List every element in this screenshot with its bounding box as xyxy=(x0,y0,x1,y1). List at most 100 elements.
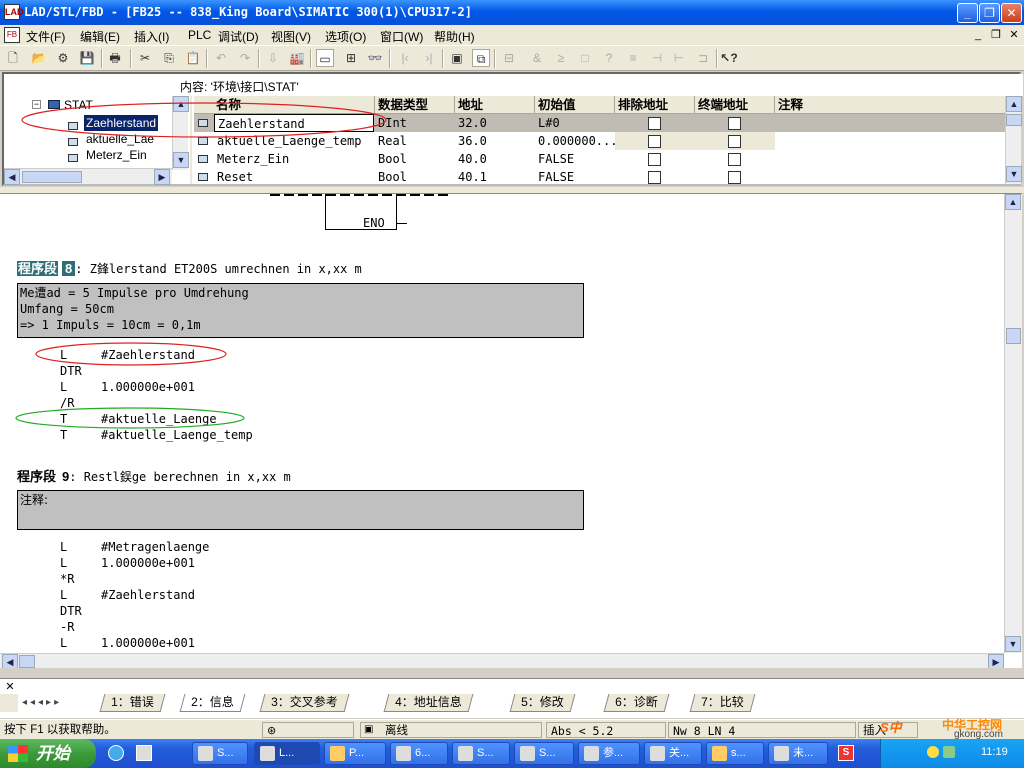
and-box-icon[interactable]: & xyxy=(528,49,546,67)
tab-compare[interactable]: 7：比较 xyxy=(689,694,756,712)
tab-modify[interactable]: 5：修改 xyxy=(509,694,576,712)
minimize-button[interactable]: _ xyxy=(957,3,978,23)
terminal-checkbox[interactable] xyxy=(728,135,741,148)
exclude-checkbox[interactable] xyxy=(648,135,661,148)
clock[interactable]: 11:19 xyxy=(981,746,1008,758)
mdi-restore-icon[interactable]: ❐ xyxy=(988,27,1004,43)
cell-name[interactable]: Zaehlerstand xyxy=(214,114,374,132)
scroll-up-icon[interactable]: ▲ xyxy=(173,96,189,112)
layout-icon[interactable]: ▣ xyxy=(448,49,466,67)
menu-insert[interactable]: 插入(I) xyxy=(134,28,169,45)
restore-button[interactable]: ❐ xyxy=(979,3,1000,23)
col-header-name[interactable]: 名称 xyxy=(194,96,375,114)
network-icon[interactable]: ⊞ xyxy=(342,49,360,67)
table-row[interactable]: Reset Bool 40.1 FALSE xyxy=(194,168,1007,184)
cell-initial[interactable]: FALSE xyxy=(535,150,615,168)
task-button[interactable]: S... xyxy=(192,742,248,765)
paste-icon[interactable]: 📋 xyxy=(184,49,202,67)
tray-icon[interactable] xyxy=(943,746,955,758)
tab-info[interactable]: 2：信息 xyxy=(179,694,246,712)
table-vscrollbar[interactable]: ▲ ▼ xyxy=(1005,96,1022,184)
prev-icon[interactable]: |‹ xyxy=(396,49,414,67)
monitor-glasses-icon[interactable]: 👓 xyxy=(366,49,384,67)
tab-diagnostics[interactable]: 6：诊断 xyxy=(603,694,670,712)
code-editor[interactable]: ENO 程序段 8: Z鋒lerstand ET200S umrechnen in… xyxy=(0,193,1022,668)
scroll-left-icon[interactable]: ◀ xyxy=(4,169,20,185)
mdi-minimize-icon[interactable]: _ xyxy=(970,27,986,43)
col-header-exclude[interactable]: 排除地址 xyxy=(615,96,695,114)
quicklaunch-icon[interactable] xyxy=(136,745,152,761)
exclude-checkbox[interactable] xyxy=(648,153,661,166)
task-button[interactable]: 6... xyxy=(390,742,448,765)
scroll-right-icon[interactable]: ▶ xyxy=(988,654,1004,668)
negate-icon[interactable]: ? xyxy=(600,49,618,67)
task-button-active[interactable]: L... xyxy=(254,742,320,765)
tray-icon[interactable] xyxy=(927,746,939,758)
print-icon[interactable]: 🖶 xyxy=(106,49,124,67)
exclude-checkbox[interactable] xyxy=(648,171,661,184)
network-9-title[interactable]: 程序段 9: Restl鋘ge berechnen in x,xx m xyxy=(17,466,291,485)
undo-icon[interactable]: ↶ xyxy=(212,49,230,67)
box-icon[interactable]: □ xyxy=(576,49,594,67)
task-button[interactable]: 未... xyxy=(768,742,828,765)
menu-window[interactable]: 窗口(W) xyxy=(380,28,423,45)
menu-edit[interactable]: 编辑(E) xyxy=(80,28,120,45)
download-icon[interactable]: ⇩ xyxy=(264,49,282,67)
title-bar[interactable]: LAD LAD/STL/FBD - [FB25 -- 838_King Boar… xyxy=(0,0,1024,25)
cell-initial[interactable]: L#0 xyxy=(535,114,615,132)
task-button[interactable]: 关... xyxy=(644,742,702,765)
editor-vscrollbar[interactable]: ▲ ▼ xyxy=(1004,194,1022,653)
accessible-nodes-icon[interactable]: ⚙ xyxy=(54,49,72,67)
menu-file[interactable]: 文件(F) xyxy=(26,28,65,45)
tab-crossref[interactable]: 3：交叉参考 xyxy=(259,694,350,712)
save-icon[interactable]: 💾 xyxy=(78,49,96,67)
scroll-thumb[interactable] xyxy=(22,171,82,183)
cell-initial[interactable]: 0.000000... xyxy=(535,132,615,150)
tree-item-meterz[interactable]: Meterz_Ein xyxy=(86,147,147,163)
scroll-down-icon[interactable]: ▼ xyxy=(1006,166,1022,182)
overview-icon[interactable]: ▭ xyxy=(316,49,334,67)
col-header-comment[interactable]: 注释 xyxy=(775,96,1007,114)
online-icon[interactable]: 🏭 xyxy=(288,49,306,67)
lad-element-icon[interactable]: ⊟ xyxy=(500,49,518,67)
connection-icon[interactable]: ⊐ xyxy=(694,49,712,67)
redo-icon[interactable]: ↷ xyxy=(236,49,254,67)
exclude-checkbox[interactable] xyxy=(648,117,661,130)
scroll-down-icon[interactable]: ▼ xyxy=(173,152,189,168)
col-header-address[interactable]: 地址 xyxy=(455,96,535,114)
menu-debug[interactable]: 调试(D) xyxy=(218,28,259,45)
tree-hscrollbar[interactable]: ◀ ▶ xyxy=(4,168,172,185)
new-icon[interactable]: 🗋 xyxy=(4,49,22,67)
branch-icon[interactable]: ≡ xyxy=(624,49,642,67)
open-branch-icon[interactable]: ⊣ xyxy=(648,49,666,67)
scroll-up-icon[interactable]: ▲ xyxy=(1005,194,1021,210)
task-button[interactable]: s... xyxy=(706,742,764,765)
task-button[interactable]: 参... xyxy=(578,742,640,765)
close-branch-icon[interactable]: ⊢ xyxy=(670,49,688,67)
terminal-checkbox[interactable] xyxy=(728,153,741,166)
col-header-initial[interactable]: 初始值 xyxy=(535,96,615,114)
network-9-comment[interactable]: 注释: xyxy=(17,490,584,530)
scroll-left-icon[interactable]: ◀ xyxy=(2,654,18,668)
task-button[interactable]: S... xyxy=(514,742,574,765)
mdi-close-icon[interactable]: ✕ xyxy=(1006,27,1022,43)
open-icon[interactable]: 📂 xyxy=(30,49,48,67)
help-pointer-icon[interactable]: ↖? xyxy=(720,49,738,67)
cell-type[interactable]: Bool xyxy=(375,150,455,168)
scroll-thumb[interactable] xyxy=(1006,114,1022,126)
table-row[interactable]: Zaehlerstand DInt 32.0 L#0 xyxy=(194,114,1007,132)
col-header-datatype[interactable]: 数据类型 xyxy=(375,96,455,114)
tree-root-stat[interactable]: STAT xyxy=(64,97,93,113)
cell-type[interactable]: DInt xyxy=(375,114,455,132)
close-button[interactable]: ✕ xyxy=(1001,3,1022,23)
copy-icon[interactable]: ⎘ xyxy=(160,49,178,67)
network-8-comment[interactable]: Me遭ad = 5 Impulse pro Umdrehung Umfang =… xyxy=(17,283,584,338)
cell-type[interactable]: Real xyxy=(375,132,455,150)
document-icon[interactable]: FB xyxy=(4,27,20,43)
task-button[interactable]: S... xyxy=(452,742,510,765)
cut-icon[interactable]: ✂ xyxy=(136,49,154,67)
sogou-ime-icon[interactable]: S xyxy=(838,745,854,761)
menu-plc[interactable]: PLC xyxy=(188,28,211,42)
ie-quicklaunch-icon[interactable] xyxy=(108,745,124,761)
start-button[interactable]: 开始 xyxy=(0,739,96,768)
